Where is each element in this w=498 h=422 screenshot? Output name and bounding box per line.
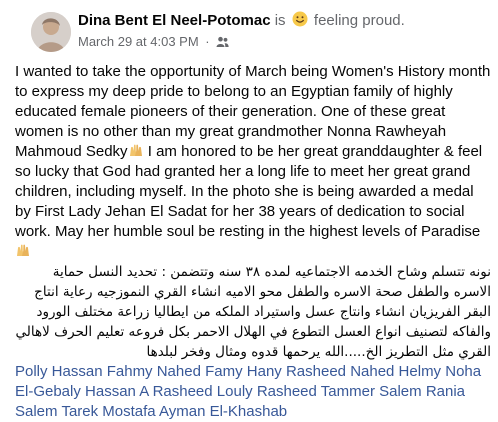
meta-separator: ·: [205, 34, 210, 49]
author-name[interactable]: Dina Bent El Neel-Potomac: [78, 12, 271, 29]
post-body: I wanted to take the opportunity of Marc…: [15, 62, 491, 422]
tagged-person[interactable]: Ayman El-Khashab: [159, 403, 287, 420]
tagged-person[interactable]: Tarek Mostafa: [61, 403, 155, 420]
post-text-arabic: نونه تتسلم وشاح الخدمه الاجتماعيه لمده ٣…: [15, 264, 491, 360]
post-meta: March 29 at 4:03 PM ·: [78, 34, 229, 50]
author-avatar[interactable]: [31, 12, 71, 52]
tagged-person[interactable]: Tammer Salem: [321, 383, 422, 400]
feeling-text[interactable]: feeling proud.: [314, 12, 405, 29]
facebook-post: Dina Bent El Neel-Potomac is feeling pro…: [0, 0, 498, 420]
tagged-person[interactable]: Hassan A Rasheed: [85, 383, 213, 400]
is-text: is: [274, 12, 286, 29]
tagged-person[interactable]: Famy: [205, 363, 243, 380]
tagged-people: Polly Hassan Fahmy Nahed Famy Hany Rashe…: [15, 362, 491, 422]
tagged-person[interactable]: Louly Rasheed: [217, 383, 317, 400]
avatar-image: [31, 12, 71, 52]
raising-hands-emoji-icon: [17, 244, 29, 256]
tagged-person[interactable]: Hany Rasheed: [247, 363, 346, 380]
tagged-person[interactable]: Nahed Helmy: [350, 363, 441, 380]
author-line: Dina Bent El Neel-Potomac is feeling pro…: [78, 11, 405, 30]
post-text-english: I wanted to take the opportunity of Marc…: [15, 62, 491, 262]
tagged-person[interactable]: Fahmy Nahed: [107, 363, 201, 380]
post-timestamp[interactable]: March 29 at 4:03 PM: [78, 34, 199, 49]
post-header: Dina Bent El Neel-Potomac is feeling pro…: [15, 0, 490, 60]
tagged-person[interactable]: Polly Hassan: [15, 363, 103, 380]
raising-hands-emoji-icon: [129, 144, 142, 156]
friends-icon[interactable]: [216, 36, 229, 48]
smiling-face-emoji-icon: [292, 11, 308, 27]
